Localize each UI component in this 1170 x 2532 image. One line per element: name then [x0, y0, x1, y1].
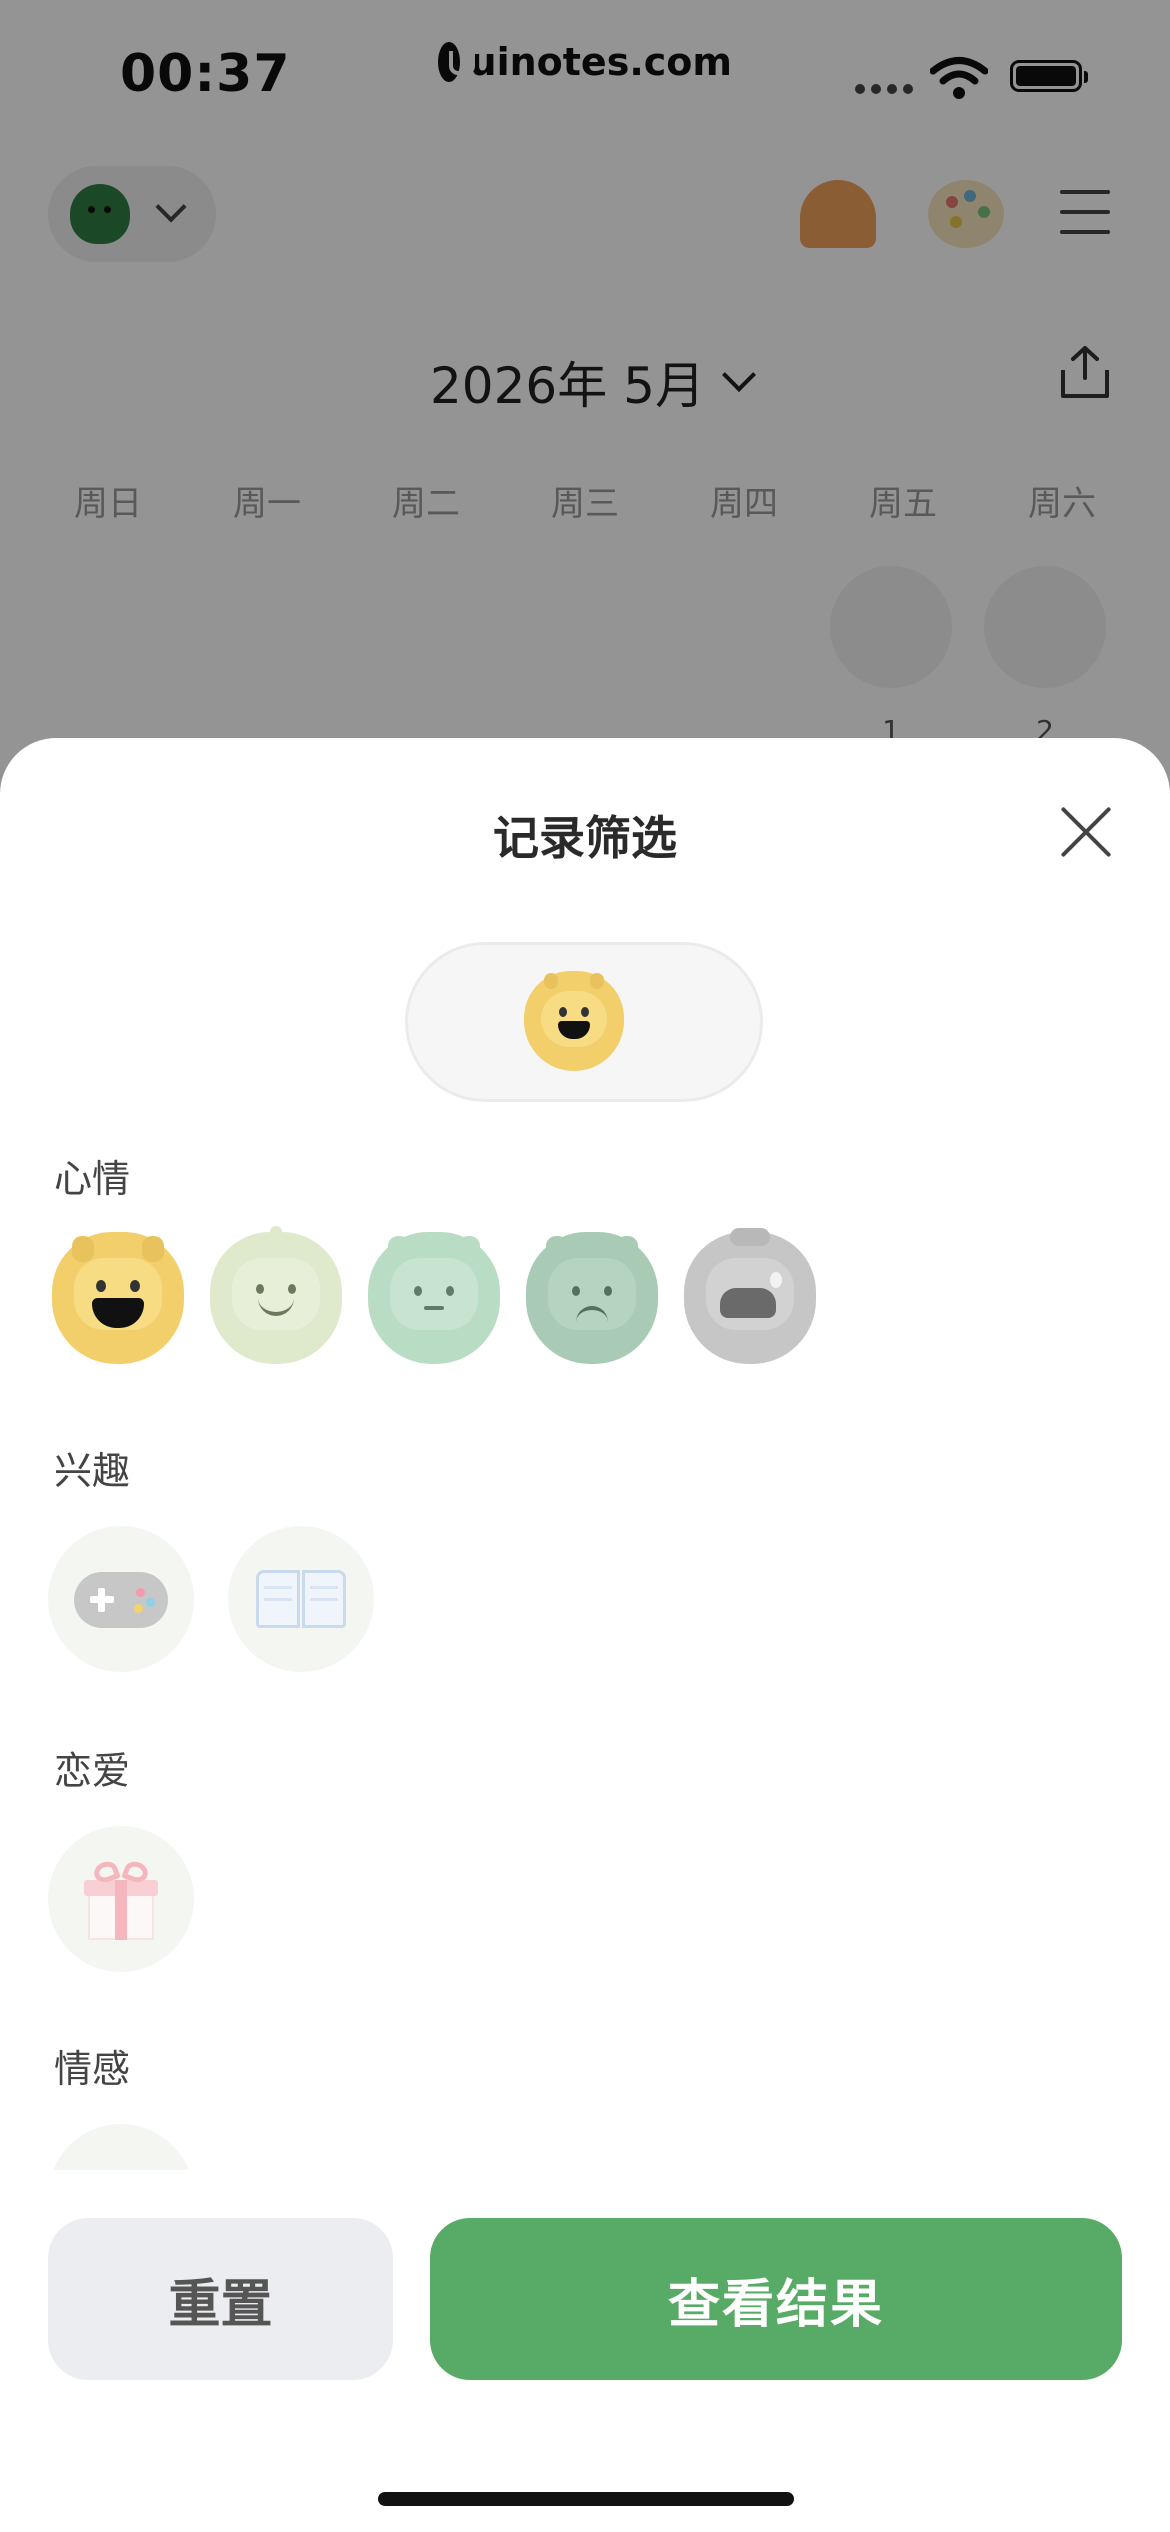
interest-reading[interactable]: [228, 1526, 374, 1672]
close-icon[interactable]: [1058, 804, 1114, 860]
reset-button[interactable]: 重置: [48, 2218, 393, 2380]
awful-mood-icon[interactable]: [684, 1228, 816, 1364]
section-label-emotion: 情感: [54, 2047, 131, 2091]
book-icon: [256, 1570, 346, 1632]
view-results-button[interactable]: 查看结果: [430, 2218, 1122, 2380]
gift-icon: [84, 1858, 158, 1940]
section-label-mood: 心情: [54, 1157, 131, 1201]
great-mood-icon[interactable]: [52, 1232, 184, 1364]
selected-filters: [405, 942, 763, 1102]
filter-sheet: 记录筛选 心情 兴趣 恋爱 情感 重置 查看结果: [0, 738, 1170, 2532]
bad-mood-icon[interactable]: [526, 1232, 658, 1364]
section-label-interest: 兴趣: [54, 1449, 131, 1493]
home-indicator: [378, 2492, 794, 2506]
great-mood-icon[interactable]: [524, 971, 624, 1071]
neutral-mood-icon[interactable]: [368, 1232, 500, 1364]
gamepad-icon: [74, 1572, 168, 1628]
section-label-love: 恋爱: [54, 1749, 131, 1793]
interest-gaming[interactable]: [48, 1526, 194, 1672]
good-mood-icon[interactable]: [210, 1226, 342, 1364]
love-gift[interactable]: [48, 1826, 194, 1972]
sheet-title: 记录筛选: [493, 811, 677, 865]
